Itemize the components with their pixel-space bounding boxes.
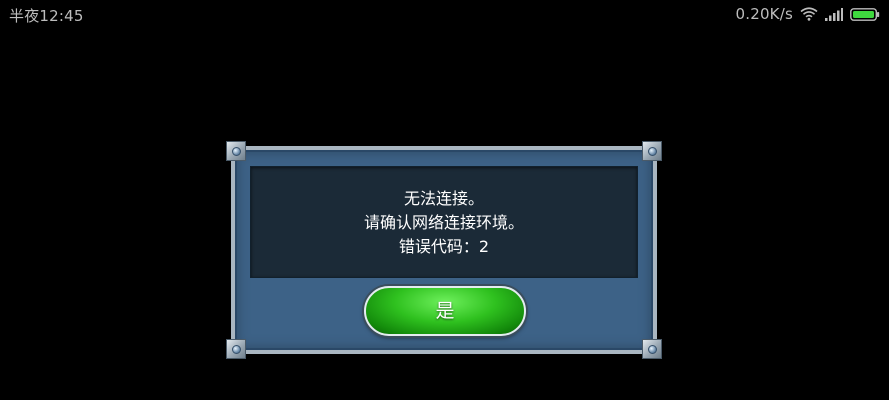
message-line-connection-failed: 无法连接。 [403, 189, 484, 208]
confirm-button[interactable]: 是 [364, 286, 526, 336]
dialog-corner-ornament [226, 141, 246, 161]
error-dialog: 无法连接。 请确认网络连接环境。 错误代码：2 是 [226, 141, 662, 359]
screen: 半夜12:45 0.20K/s 无法连接。 请确认网络连接环境。 错误代码：2 … [0, 0, 889, 400]
battery-icon [850, 7, 880, 21]
network-speed: 0.20K/s [735, 5, 793, 23]
status-bar: 半夜12:45 0.20K/s [0, 0, 889, 28]
message-panel: 无法连接。 请确认网络连接环境。 错误代码：2 [250, 166, 638, 278]
signal-icon [825, 7, 843, 21]
dialog-corner-ornament [226, 339, 246, 359]
wifi-icon [800, 7, 818, 21]
message-line-check-network: 请确认网络连接环境。 [363, 213, 524, 232]
status-time: 半夜12:45 [9, 7, 84, 25]
dialog-corner-ornament [642, 339, 662, 359]
message-line-error-code: 错误代码：2 [398, 237, 490, 256]
status-indicators: 0.20K/s [735, 5, 880, 23]
dialog-corner-ornament [642, 141, 662, 161]
